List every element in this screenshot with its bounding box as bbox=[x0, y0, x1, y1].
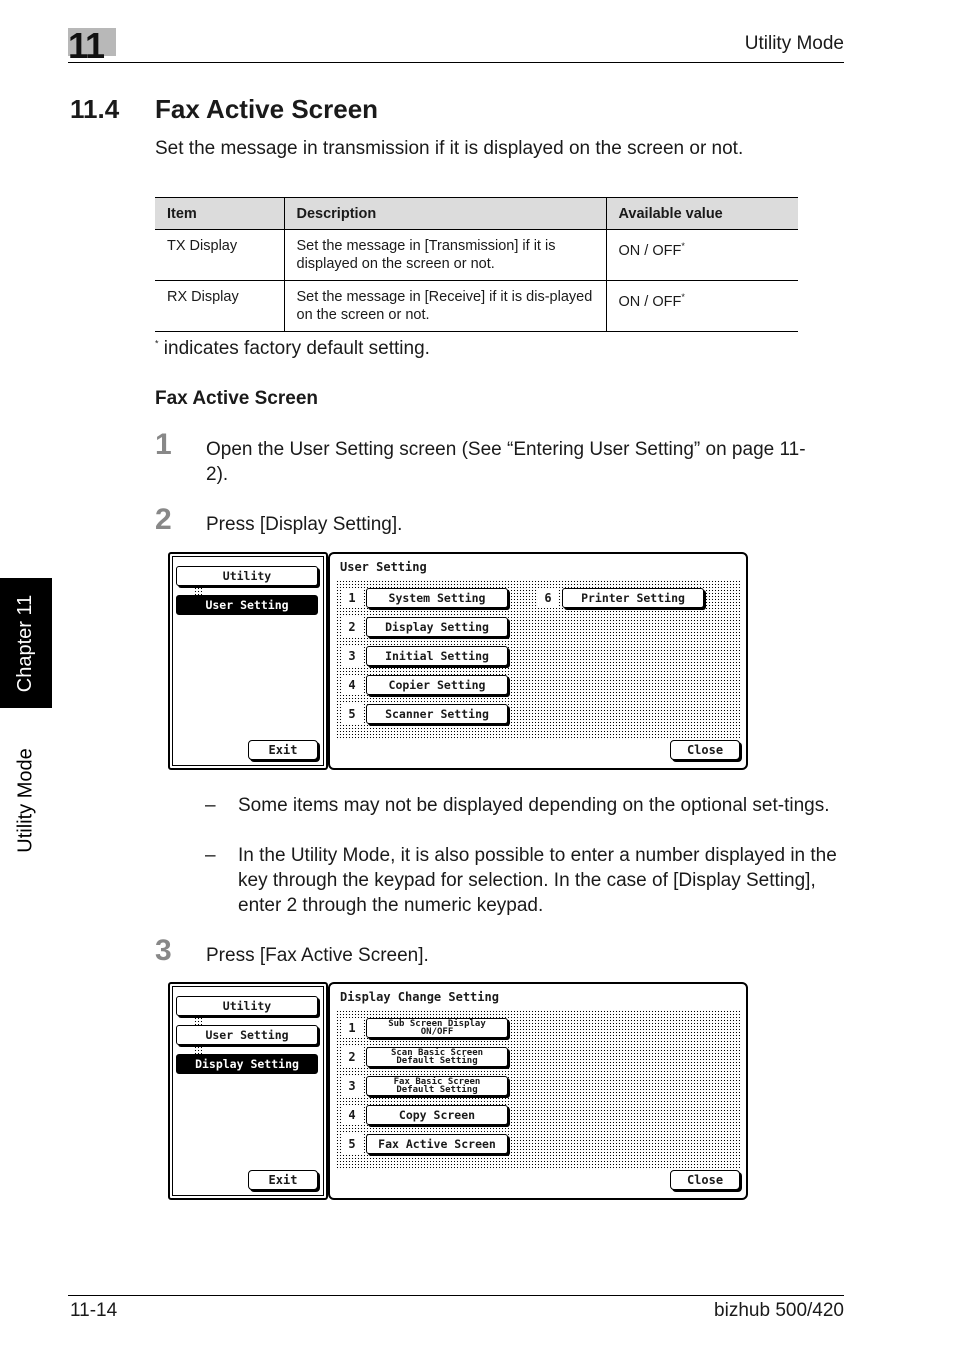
scanner-setting-button[interactable]: Scanner Setting bbox=[366, 704, 508, 724]
column-header: Item bbox=[155, 197, 284, 230]
button-line: ON/OFF bbox=[420, 1027, 454, 1037]
item-cell: TX Display bbox=[155, 229, 284, 281]
default-mark: * bbox=[681, 292, 685, 302]
table-row: RX Display Set the message in [Receive] … bbox=[155, 280, 798, 332]
note-text: In the Utility Mode, it is also possible… bbox=[238, 845, 837, 916]
key-number: 2 bbox=[342, 1047, 362, 1067]
copy-screen-button[interactable]: Copy Screen bbox=[366, 1105, 508, 1125]
system-setting-button[interactable]: System Setting bbox=[366, 588, 508, 608]
fax-basic-screen-button[interactable]: Fax Basic Screen Default Setting bbox=[366, 1076, 508, 1096]
table-row: TX Display Set the message in [Transmiss… bbox=[155, 229, 798, 281]
value-cell: ON / OFF* bbox=[605, 280, 798, 332]
value-cell: ON / OFF* bbox=[605, 229, 798, 281]
sub-screen-display-button[interactable]: Sub Screen Display ON/OFF bbox=[366, 1018, 508, 1038]
value-text: ON / OFF bbox=[618, 242, 682, 259]
step-number: 1 bbox=[155, 428, 172, 461]
section-intro: Set the message in transmission if it is… bbox=[155, 138, 744, 159]
printer-setting-button[interactable]: Printer Setting bbox=[562, 588, 704, 608]
user-setting-button[interactable]: User Setting bbox=[176, 1025, 318, 1045]
key-number: 3 bbox=[342, 646, 362, 666]
screen-title: User Setting bbox=[340, 560, 427, 574]
item-cell: RX Display bbox=[155, 280, 284, 332]
settings-table: Item Description Available value TX Disp… bbox=[155, 197, 798, 332]
nav-pane: Utility User Setting Display Setting Exi… bbox=[168, 982, 328, 1200]
note-dash: – bbox=[205, 845, 216, 866]
subheading: Fax Active Screen bbox=[155, 388, 318, 409]
screen-title: Display Change Setting bbox=[340, 990, 499, 1004]
description-cell: Set the message in [Receive] if it is di… bbox=[283, 280, 606, 332]
column-header: Description bbox=[283, 197, 606, 230]
key-number: 6 bbox=[538, 588, 558, 608]
fax-active-screen-button[interactable]: Fax Active Screen bbox=[366, 1134, 508, 1154]
display-change-setting-screen: Utility User Setting Display Setting Exi… bbox=[168, 982, 748, 1200]
table-header-row: Item Description Available value bbox=[155, 197, 798, 230]
nav-pane: Utility User Setting Exit bbox=[168, 552, 328, 770]
side-tab-chapter: Chapter 11 bbox=[0, 578, 52, 708]
key-number: 5 bbox=[342, 704, 362, 724]
key-number: 5 bbox=[342, 1134, 362, 1154]
note-item: – In the Utility Mode, it is also possibl… bbox=[205, 843, 845, 918]
table-footnote: * indicates factory default setting. bbox=[155, 338, 430, 360]
initial-setting-button[interactable]: Initial Setting bbox=[366, 646, 508, 666]
display-setting-button[interactable]: Display Setting bbox=[176, 1054, 318, 1074]
section-title: Fax Active Screen bbox=[155, 94, 379, 124]
side-tab-mode-label: Utility Mode bbox=[14, 747, 37, 853]
content-pane: Display Change Setting 1 Sub Screen Displ… bbox=[328, 982, 748, 1200]
side-tab-chapter-label: Chapter 11 bbox=[14, 594, 37, 692]
exit-button[interactable]: Exit bbox=[248, 740, 318, 760]
page-number: 11-14 bbox=[70, 1300, 118, 1321]
key-number: 4 bbox=[342, 1105, 362, 1125]
user-setting-screen: Utility User Setting Exit User Setting 1… bbox=[168, 552, 748, 770]
footer-divider bbox=[68, 1295, 844, 1296]
close-button[interactable]: Close bbox=[670, 1170, 740, 1190]
content-pane: User Setting 1 System Setting 2 Display Se… bbox=[328, 552, 748, 770]
note-dash: – bbox=[205, 795, 216, 816]
key-number: 2 bbox=[342, 617, 362, 637]
exit-button[interactable]: Exit bbox=[248, 1170, 318, 1190]
copier-setting-button[interactable]: Copier Setting bbox=[366, 675, 508, 695]
note-item: – Some items may not be displayed dependi… bbox=[205, 793, 845, 818]
footnote-text: indicates factory default setting. bbox=[158, 338, 430, 359]
key-number: 3 bbox=[342, 1076, 362, 1096]
step-text: Press [Display Setting]. bbox=[206, 514, 403, 535]
section-number: 11.4 bbox=[70, 94, 120, 124]
key-number: 1 bbox=[342, 1018, 362, 1038]
product-name: bizhub 500/420 bbox=[714, 1300, 844, 1321]
button-line: Default Setting bbox=[396, 1085, 478, 1095]
header-divider bbox=[68, 62, 844, 63]
scan-basic-screen-button[interactable]: Scan Basic Screen Default Setting bbox=[366, 1047, 508, 1067]
chapter-number: 11 bbox=[68, 25, 105, 66]
description-cell: Set the message in [Transmission] if it … bbox=[283, 229, 606, 281]
utility-button[interactable]: Utility bbox=[176, 996, 318, 1016]
step-number: 3 bbox=[155, 934, 172, 967]
close-button[interactable]: Close bbox=[670, 740, 740, 760]
display-setting-button[interactable]: Display Setting bbox=[366, 617, 508, 637]
step-text: Press [Fax Active Screen]. bbox=[206, 945, 429, 966]
step-number: 2 bbox=[155, 503, 172, 536]
running-title: Utility Mode bbox=[744, 33, 844, 54]
user-setting-button[interactable]: User Setting bbox=[176, 595, 318, 615]
default-mark: * bbox=[681, 241, 685, 251]
key-number: 4 bbox=[342, 675, 362, 695]
step-text: Open the User Setting screen (See “Enter… bbox=[206, 439, 806, 485]
side-tab-mode: Utility Mode bbox=[0, 730, 52, 870]
column-header: Available value bbox=[605, 197, 798, 230]
note-text: Some items may not be displayed dependin… bbox=[238, 795, 830, 816]
button-line: Default Setting bbox=[396, 1056, 478, 1066]
value-text: ON / OFF bbox=[618, 293, 682, 310]
utility-button[interactable]: Utility bbox=[176, 566, 318, 586]
key-number: 1 bbox=[342, 588, 362, 608]
